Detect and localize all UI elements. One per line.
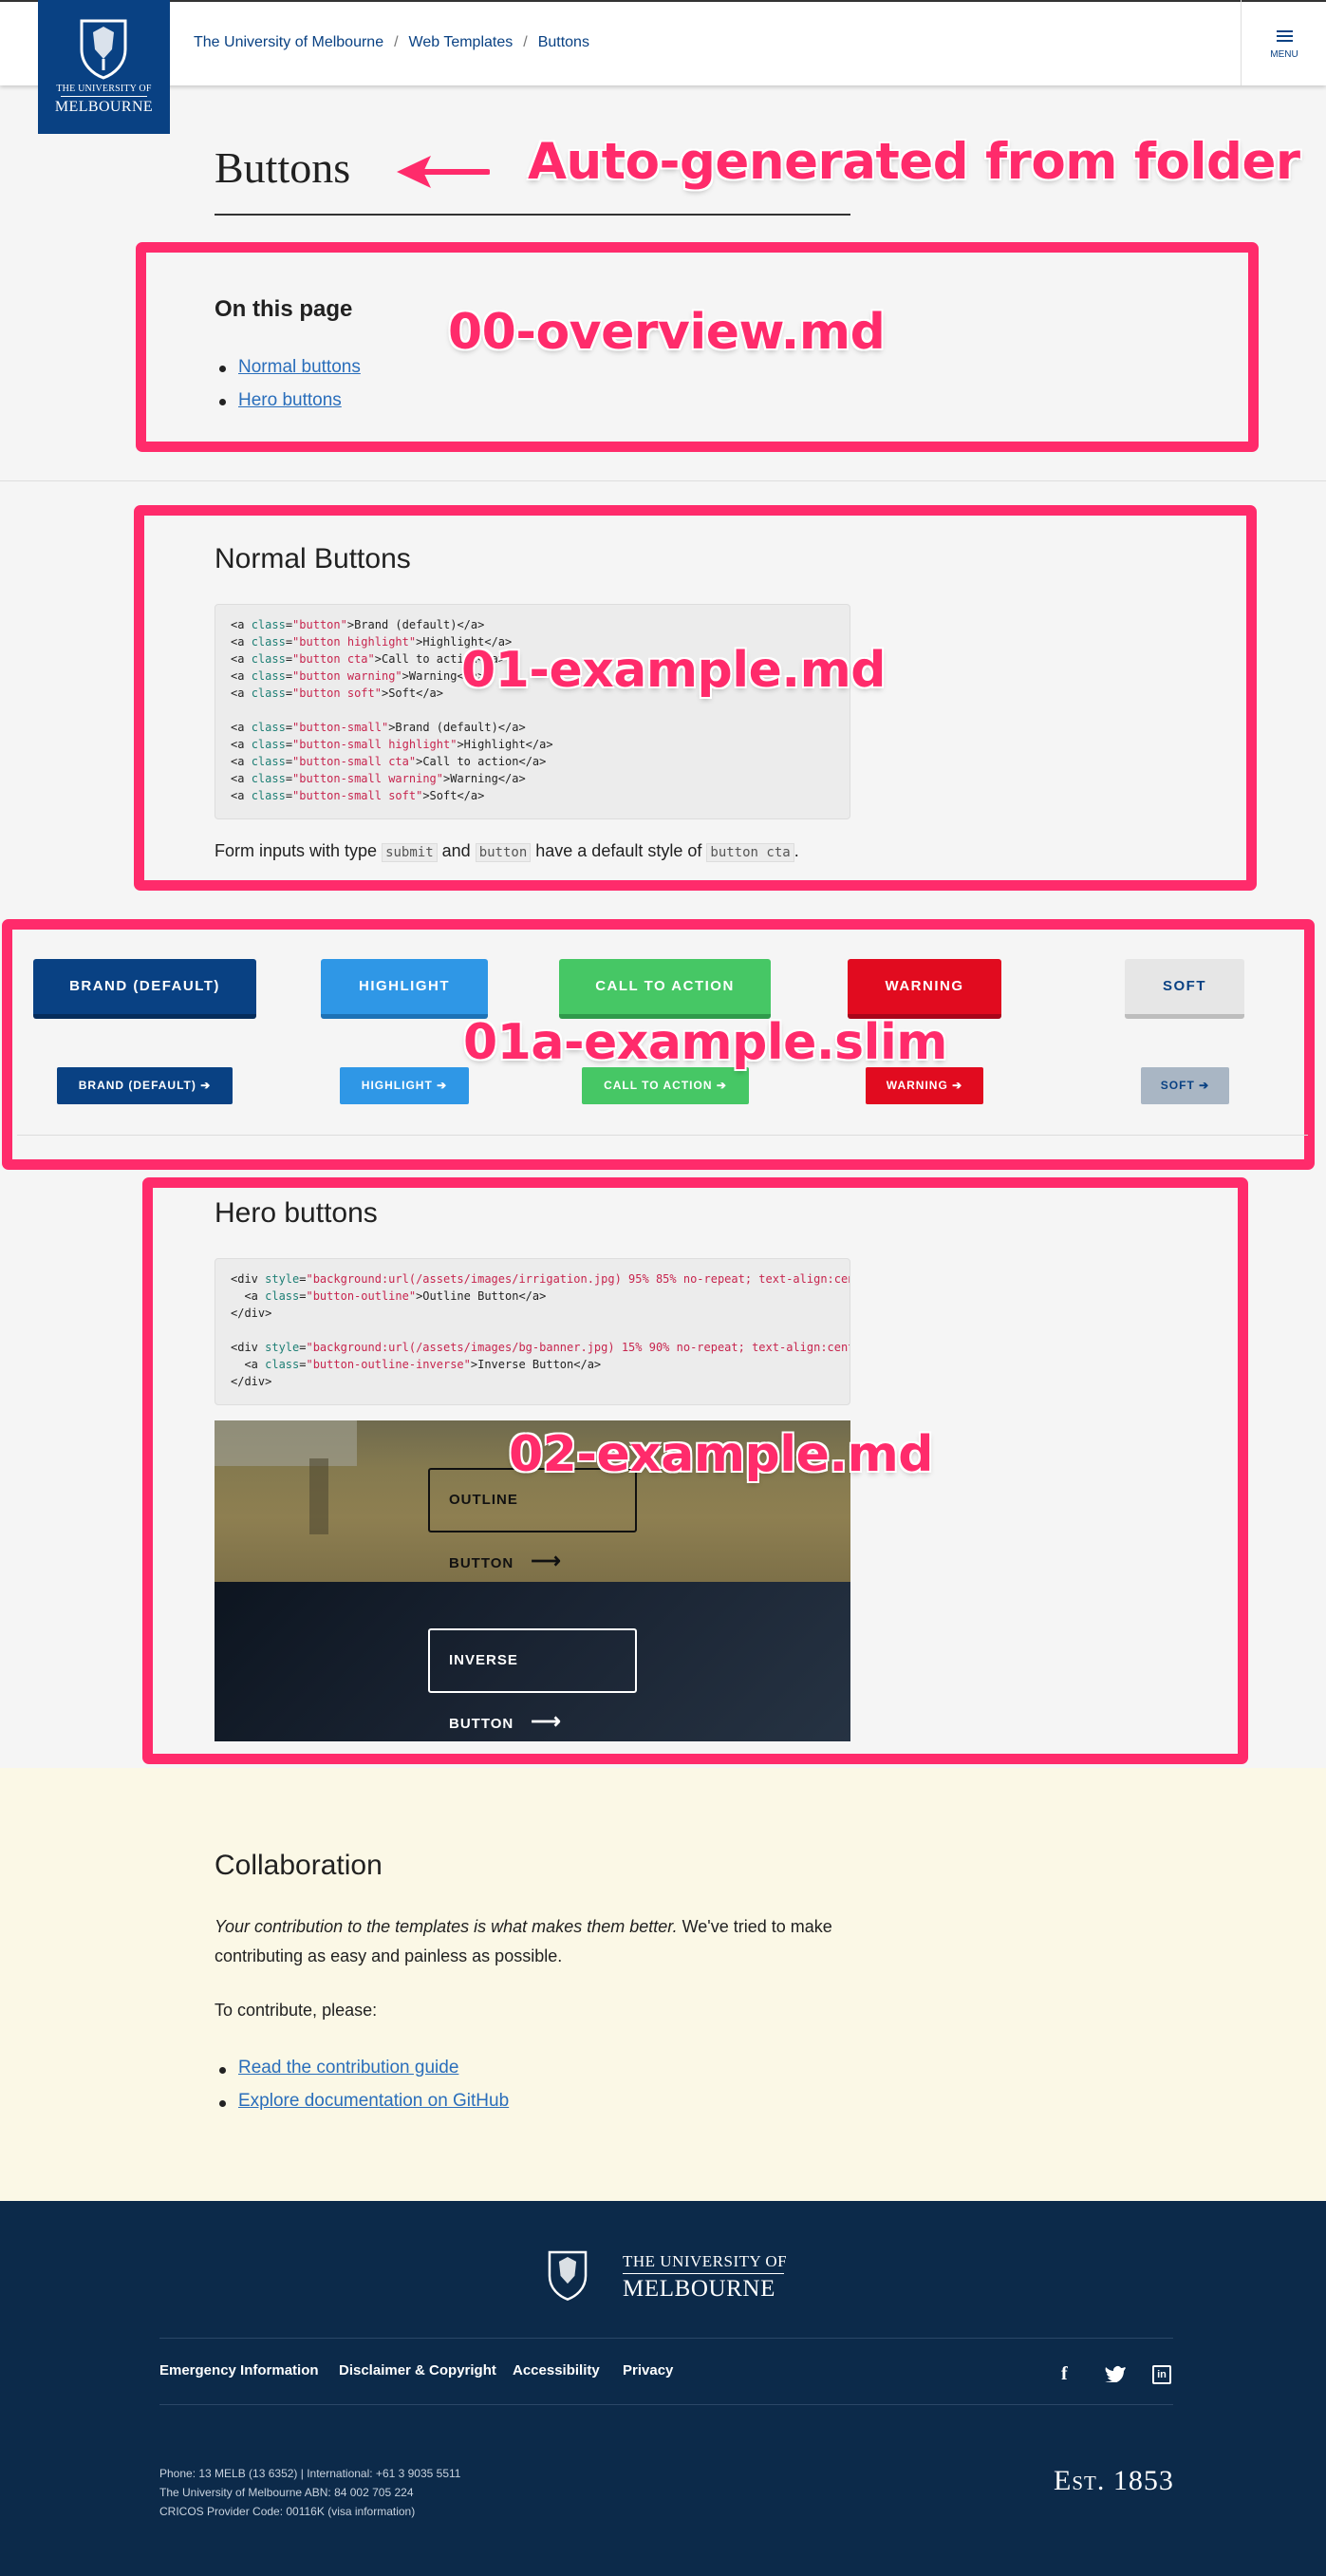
warning-button[interactable]: WARNING: [848, 959, 1001, 1019]
crest-icon: [548, 2250, 588, 2301]
call-to-action-button-small[interactable]: CALL TO ACTION ➔: [582, 1067, 749, 1104]
linkedin-icon[interactable]: in: [1152, 2365, 1171, 2384]
breadcrumb: The University of Melbourne / Web Template…: [194, 34, 589, 51]
button-label: BRAND (DEFAULT): [78, 1079, 196, 1092]
footer-link-emergency[interactable]: Emergency Information: [159, 2362, 319, 2379]
button-label: HIGHLIGHT: [361, 1079, 433, 1092]
arrow-right-icon: ➔: [437, 1079, 448, 1092]
footer-link-disclaimer[interactable]: Disclaimer & Copyright: [339, 2362, 496, 2379]
button-label: INVERSE BUTTON: [449, 1652, 518, 1732]
collaboration-text-part: We've tried to make: [677, 1917, 832, 1936]
note-text: .: [794, 841, 799, 860]
hero-image-detail: [215, 1420, 357, 1466]
note-text: Form inputs with type: [215, 841, 383, 860]
title-rule: [215, 214, 850, 216]
section-heading-hero: Hero buttons: [215, 1197, 378, 1229]
collaboration-emphasis: Your contribution to the templates is wh…: [215, 1917, 678, 1936]
arrow-left-icon: [397, 156, 490, 188]
section-divider: [17, 1135, 1308, 1136]
logo-line2: MELBOURNE: [54, 99, 154, 115]
link-hero-buttons[interactable]: Hero buttons: [238, 390, 342, 411]
on-this-page-heading: On this page: [215, 296, 353, 322]
arrow-right-icon: ➔: [716, 1079, 727, 1092]
page-title: Buttons: [215, 143, 351, 192]
collaboration-text-part: contributing as easy and painless as pos…: [215, 1946, 563, 1965]
hero-image-detail: [309, 1458, 328, 1534]
button-label: OUTLINE BUTTON: [449, 1492, 518, 1571]
note-text: and: [437, 841, 476, 860]
breadcrumb-item[interactable]: Web Templates: [409, 34, 514, 50]
footer-abn: The University of Melbourne ABN: 84 002 …: [159, 2486, 414, 2499]
soft-button[interactable]: SOFT: [1125, 959, 1244, 1019]
breadcrumb-item[interactable]: The University of Melbourne: [194, 34, 383, 50]
logo-divider: [61, 96, 147, 97]
bullet: [219, 366, 226, 372]
menu-button[interactable]: MENU: [1241, 0, 1326, 85]
breadcrumb-item-current: Buttons: [537, 34, 589, 50]
brand-button-small[interactable]: BRAND (DEFAULT) ➔: [57, 1067, 233, 1104]
code-block-hero: <div style="background:url(/assets/image…: [215, 1258, 850, 1405]
footer-logo[interactable]: THE UNIVERSITY OF MELBOURNE: [545, 2247, 792, 2305]
button-label: SOFT: [1160, 1079, 1195, 1092]
highlight-button[interactable]: HIGHLIGHT: [321, 959, 488, 1019]
breadcrumb-separator: /: [523, 34, 528, 50]
collaboration-section: Collaboration Your contribution to the t…: [0, 1768, 1326, 2201]
arrow-right-icon: ➔: [200, 1079, 212, 1092]
soft-button-small[interactable]: SOFT ➔: [1141, 1067, 1229, 1104]
note-text: have a default style of: [531, 841, 707, 860]
logo-line1: THE UNIVERSITY OF: [56, 84, 152, 94]
footer-logo-line1: THE UNIVERSITY OF: [623, 2252, 788, 2270]
annotation-example1: 01-example.md: [461, 642, 887, 699]
code-block-normal: <a class="button">Brand (default)</a> <a…: [215, 604, 850, 819]
facebook-icon[interactable]: f: [1061, 2363, 1068, 2385]
brand-button[interactable]: BRAND (DEFAULT): [33, 959, 256, 1019]
bullet: [219, 399, 226, 405]
form-inputs-note: Form inputs with type submit and button …: [215, 841, 799, 862]
collaboration-heading: Collaboration: [215, 1850, 383, 1881]
footer-logo-divider: [623, 2273, 784, 2274]
inline-code: button cta: [706, 843, 794, 862]
warning-button-small[interactable]: WARNING ➔: [866, 1067, 983, 1104]
established-year: Est. 1853: [1054, 2465, 1174, 2496]
hamburger-icon: [1277, 30, 1293, 42]
section-divider: [0, 480, 1326, 481]
arrow-right-icon: ➔: [1199, 1079, 1210, 1092]
bullet: [219, 2067, 226, 2074]
footer-divider: [159, 2404, 1173, 2405]
button-label: CALL TO ACTION: [604, 1079, 713, 1092]
call-to-action-button[interactable]: CALL TO ACTION: [559, 959, 771, 1019]
university-logo[interactable]: THE UNIVERSITY OF MELBOURNE: [38, 0, 170, 134]
footer-logo-line2: MELBOURNE: [623, 2276, 775, 2302]
footer-link-accessibility[interactable]: Accessibility: [513, 2362, 600, 2379]
bullet: [219, 2100, 226, 2107]
inverse-button[interactable]: INVERSE BUTTON ⟶: [428, 1628, 637, 1733]
footer-phone: Phone: 13 MELB (13 6352) | International…: [159, 2467, 461, 2480]
long-arrow-right-icon: ⟶: [531, 1709, 562, 1733]
footer-link-privacy[interactable]: Privacy: [623, 2362, 673, 2379]
contribute-text: To contribute, please:: [215, 2001, 378, 2020]
crest-icon: [80, 19, 127, 80]
site-footer: THE UNIVERSITY OF MELBOURNE Emergency In…: [0, 2201, 1326, 2576]
button-label: WARNING: [886, 1079, 948, 1092]
inline-code: submit: [382, 843, 438, 862]
link-github-docs[interactable]: Explore documentation on GitHub: [238, 2091, 509, 2112]
link-normal-buttons[interactable]: Normal buttons: [238, 357, 361, 378]
collaboration-text: Your contribution to the templates is wh…: [215, 1912, 832, 1971]
annotation-example1a: 01a-example.slim: [463, 1014, 947, 1071]
annotation-title: Auto-generated from folder: [528, 133, 1300, 191]
arrow-right-icon: ➔: [952, 1079, 963, 1092]
inline-code: button: [475, 843, 532, 862]
twitter-icon[interactable]: [1105, 2365, 1126, 2382]
section-heading-normal: Normal Buttons: [215, 543, 411, 574]
annotation-overview: 00-overview.md: [448, 304, 886, 361]
highlight-button-small[interactable]: HIGHLIGHT ➔: [340, 1067, 469, 1104]
link-contribution-guide[interactable]: Read the contribution guide: [238, 2058, 458, 2078]
long-arrow-right-icon: ⟶: [531, 1549, 562, 1572]
footer-divider: [159, 2338, 1173, 2339]
annotation-example2: 02-example.md: [509, 1426, 934, 1483]
breadcrumb-separator: /: [394, 34, 399, 50]
menu-label: MENU: [1270, 49, 1298, 60]
footer-cricos: CRICOS Provider Code: 00116K (visa infor…: [159, 2505, 416, 2518]
